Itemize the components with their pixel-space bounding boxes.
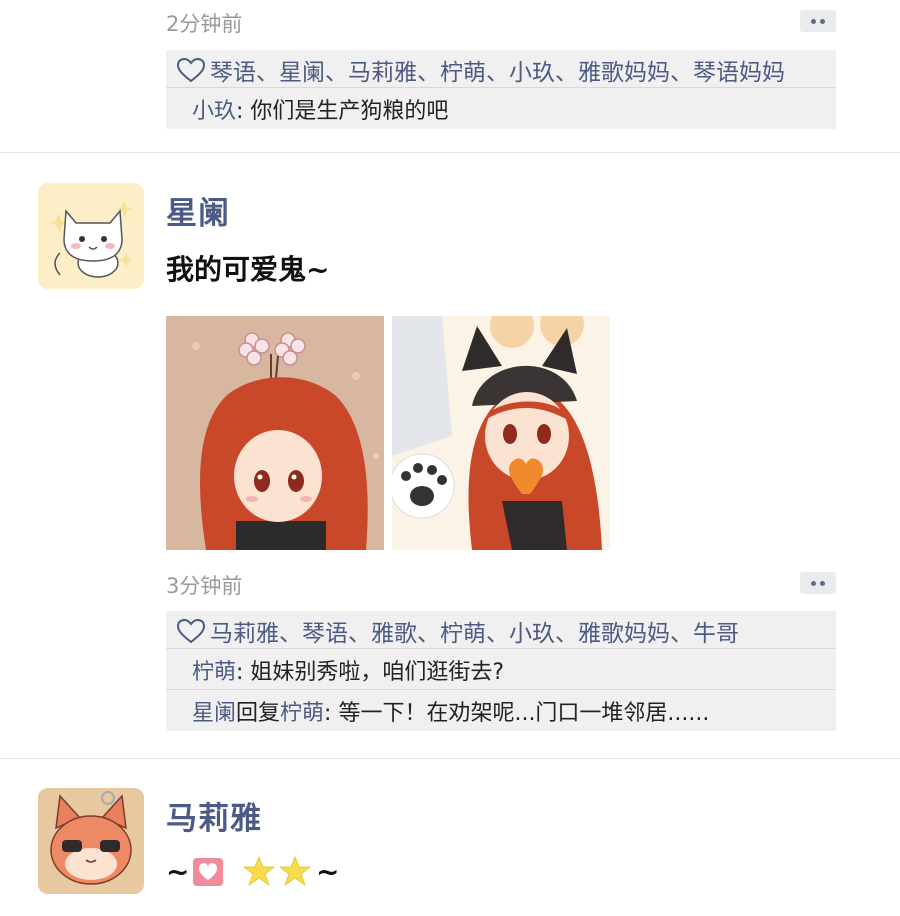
post-time: 2分钟前	[166, 12, 243, 36]
reply-target[interactable]: 柠萌	[280, 701, 324, 726]
post-image-1[interactable]	[166, 316, 384, 550]
more-dot-icon	[811, 581, 816, 586]
post-image-2[interactable]	[392, 316, 610, 550]
comment-text: 姐妹别秀啦，咱们逛街去?	[250, 660, 505, 685]
cat-ear-girl-heart-image	[392, 316, 610, 550]
post-meta: 2分钟前	[166, 8, 836, 36]
likes-row[interactable]: 琴语、星阑、马莉雅、柠萌、小玖、雅歌妈妈、琴语妈妈	[166, 50, 836, 88]
white-cat-avatar-image	[38, 183, 144, 289]
post-divider	[0, 758, 900, 759]
comment-text: 等一下！在劝架呢...门口一堆邻居......	[338, 701, 710, 726]
avatar[interactable]	[38, 183, 144, 289]
post-text: 我的可爱鬼~	[166, 253, 330, 286]
post-meta: 3分钟前	[166, 570, 836, 598]
post-author-name[interactable]: 星阑	[166, 188, 230, 233]
comment-author[interactable]: 小玖	[192, 99, 236, 124]
comment-box: 琴语、星阑、马莉雅、柠萌、小玖、雅歌妈妈、琴语妈妈 小玖: 你们是生产狗粮的吧	[166, 50, 836, 129]
more-dot-icon	[820, 19, 825, 24]
moments-feed: 2分钟前 琴语、星阑、马莉雅、柠萌、小玖、雅歌妈妈、琴语妈妈 小玖: 你们是生产…	[0, 0, 900, 916]
heart-outline-icon	[176, 618, 206, 644]
likes-row[interactable]: 马莉雅、琴语、雅歌、柠萌、小玖、雅歌妈妈、牛哥	[166, 611, 836, 649]
likes-names[interactable]: 琴语、星阑、马莉雅、柠萌、小玖、雅歌妈妈、琴语妈妈	[210, 60, 785, 86]
star-emoji-icon	[243, 856, 275, 886]
post-text: ~ ~	[166, 855, 340, 888]
post-time: 3分钟前	[166, 574, 243, 598]
comment-author[interactable]: 柠萌	[192, 660, 236, 685]
star-emoji-icon	[279, 856, 311, 886]
orange-cat-avatar-image	[38, 788, 144, 894]
comment-author[interactable]: 星阑	[192, 701, 236, 726]
comment-row[interactable]: 小玖: 你们是生产狗粮的吧	[166, 88, 836, 129]
more-options-button[interactable]	[800, 572, 836, 594]
post-divider	[0, 152, 900, 153]
comment-box: 马莉雅、琴语、雅歌、柠萌、小玖、雅歌妈妈、牛哥 柠萌: 姐妹别秀啦，咱们逛街去?…	[166, 611, 836, 731]
post-author-name[interactable]: 马莉雅	[166, 793, 262, 838]
heart-emoji-icon	[193, 858, 223, 886]
avatar[interactable]	[38, 788, 144, 894]
more-dot-icon	[820, 581, 825, 586]
comment-text: 你们是生产狗粮的吧	[250, 99, 449, 124]
heart-outline-icon	[176, 57, 206, 83]
more-dot-icon	[811, 19, 816, 24]
more-options-button[interactable]	[800, 10, 836, 32]
comment-row[interactable]: 柠萌: 姐妹别秀啦，咱们逛街去?	[166, 649, 836, 690]
comment-row[interactable]: 星阑回复柠萌: 等一下！在劝架呢...门口一堆邻居......	[166, 690, 836, 731]
red-hair-girl-image	[166, 316, 384, 550]
likes-names[interactable]: 马莉雅、琴语、雅歌、柠萌、小玖、雅歌妈妈、牛哥	[210, 621, 739, 647]
reply-word: 回复	[236, 701, 281, 726]
